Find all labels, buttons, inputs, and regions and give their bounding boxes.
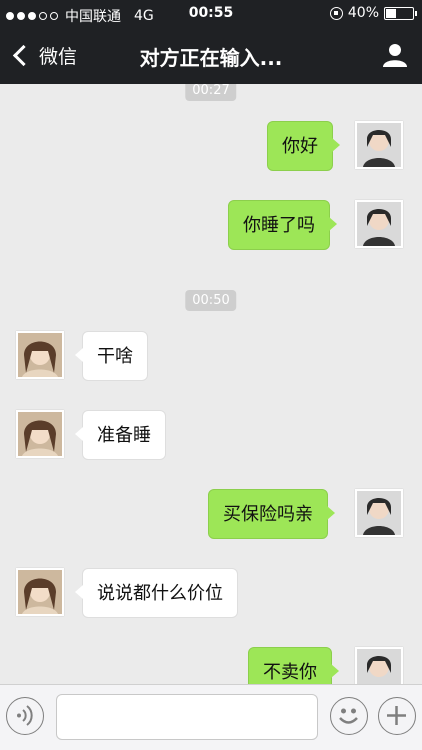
rotation-lock-icon bbox=[329, 6, 343, 20]
more-button[interactable] bbox=[378, 697, 416, 735]
status-bar: 中国联通 4G 00:55 40% bbox=[0, 0, 422, 28]
message-bubble-incoming[interactable]: 说说都什么价位 bbox=[75, 568, 238, 618]
avatar-contact[interactable] bbox=[16, 410, 64, 458]
voice-button[interactable] bbox=[6, 697, 44, 735]
message-bubble-outgoing[interactable]: 你睡了吗 bbox=[228, 200, 337, 250]
avatar-self[interactable] bbox=[355, 647, 403, 684]
message-bubble-incoming[interactable]: 准备睡 bbox=[75, 410, 166, 460]
message-input[interactable] bbox=[56, 694, 318, 740]
chat-area[interactable]: 00:27 你好 你睡了吗 00:50 干啥 准备睡 买保险吗亲 说说都什么价位… bbox=[0, 84, 422, 684]
nav-bar: 微信 对方正在输入... bbox=[0, 28, 422, 84]
avatar-self[interactable] bbox=[355, 489, 403, 537]
timestamp: 00:27 bbox=[185, 84, 237, 101]
battery-percent: 40% bbox=[347, 5, 379, 21]
person-icon bbox=[383, 44, 407, 67]
plus-icon bbox=[387, 706, 406, 725]
avatar-contact[interactable] bbox=[16, 568, 64, 616]
message-bubble-outgoing[interactable]: 不卖你 bbox=[248, 647, 339, 684]
emoji-button[interactable] bbox=[330, 697, 368, 735]
battery-level bbox=[386, 8, 396, 18]
avatar-self[interactable] bbox=[355, 200, 403, 248]
emoji-icon bbox=[339, 708, 358, 724]
input-bar bbox=[0, 684, 422, 750]
profile-button[interactable] bbox=[382, 42, 408, 68]
timestamp: 00:50 bbox=[185, 290, 237, 311]
message-bubble-outgoing[interactable]: 买保险吗亲 bbox=[208, 489, 335, 539]
message-bubble-outgoing[interactable]: 你好 bbox=[267, 121, 340, 171]
message-bubble-incoming[interactable]: 干啥 bbox=[75, 331, 148, 381]
voice-icon bbox=[17, 705, 33, 726]
avatar-contact[interactable] bbox=[16, 331, 64, 379]
avatar-self[interactable] bbox=[355, 121, 403, 169]
battery-icon bbox=[384, 6, 417, 20]
page-title: 对方正在输入... bbox=[139, 46, 283, 70]
